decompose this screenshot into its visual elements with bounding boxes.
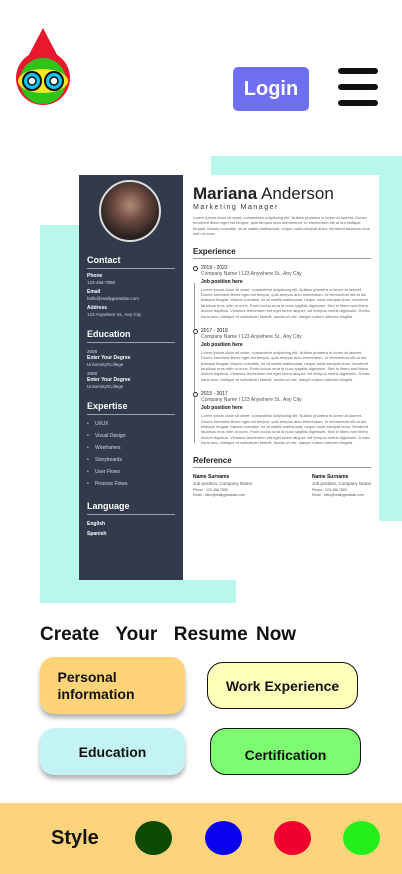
email-label: Email	[87, 289, 101, 295]
intro-text: Lorem ipsum dolor sit amet, consectetur …	[193, 215, 370, 237]
expertise-heading: Expertise	[87, 401, 175, 415]
address-label: Address	[87, 305, 108, 311]
job-entry: 2015 - 2017 Company Name I 123 Anywhere …	[193, 391, 371, 445]
ref-email: Email : hello@reallygreatsite.com	[311, 492, 364, 497]
personal-information-button[interactable]: Personal information	[40, 657, 185, 714]
edu-degree: Enter Your Degree	[87, 355, 131, 361]
email-value: hello@reallygreatsite.com	[87, 296, 139, 301]
job-entry: 2019 - 2022 Company Name I 123 Anywhere …	[193, 265, 371, 319]
job-description: Lorem ipsum dolor sit amet, consectetur …	[201, 286, 371, 319]
certification-button[interactable]: Certification	[210, 728, 361, 775]
list-item: Storyboards	[87, 457, 175, 463]
style-label: Style	[51, 827, 99, 849]
job-description: Lorem ipsum dolor sit amet, consectetur …	[201, 349, 371, 382]
edu-school: University/College	[87, 362, 124, 367]
contact-heading: Contact	[87, 255, 175, 269]
first-name: Mariana	[193, 184, 258, 203]
list-item: Visual Design	[87, 433, 175, 439]
resume-role: Marketing Manager	[193, 204, 279, 211]
list-item: Wireframes	[87, 445, 175, 451]
edu-school: University/College	[87, 384, 124, 389]
ref-email: Email : hello@reallygreatsite.com	[193, 492, 245, 497]
ref-position: Job position, Company Name	[193, 480, 253, 486]
job-description: Lorem ipsum dolor sit amet, consectetur …	[201, 413, 371, 446]
list-item: UI/UX	[87, 421, 175, 427]
profile-photo	[99, 180, 161, 242]
expertise-list: UI/UX Visual Design Wireframes Storyboar…	[87, 421, 175, 487]
list-item: Process Flows	[87, 481, 175, 487]
language-item: Spanish	[87, 531, 107, 537]
reference-item: Name Surname Job position, Company Name …	[312, 474, 371, 497]
edu-year: 2008	[87, 371, 98, 376]
ref-phone: Phone : 123-456-7890	[311, 487, 347, 492]
menu-bar	[338, 84, 378, 90]
job-position: Job position here	[201, 341, 243, 348]
experience-heading: Experience	[193, 247, 371, 259]
job-entry: 2017 - 2019 Company Name I 123 Anywhere …	[193, 328, 371, 382]
language-item: English	[87, 521, 106, 527]
job-company: Company Name I 123 Anywhere St., Any Cit…	[201, 333, 302, 340]
app-logo[interactable]	[14, 26, 72, 106]
hamburger-menu-icon[interactable]	[338, 68, 378, 106]
reference-list: Name Surname Job position, Company Name …	[193, 474, 371, 497]
ref-phone: Phone : 123-456-7890	[193, 487, 228, 492]
swatch-blue[interactable]	[205, 821, 242, 855]
button-label: Personal information	[57, 669, 135, 702]
drop-eyes-logo-icon	[16, 28, 70, 105]
job-company: Company Name I 123 Anywhere St., Any Cit…	[201, 397, 302, 404]
job-company: Company Name I 123 Anywhere St., Any Cit…	[201, 270, 302, 277]
edu-degree: Enter Your Degree	[87, 377, 131, 383]
create-resume-heading: Create Your Resume Now	[40, 624, 297, 645]
menu-bar	[338, 68, 378, 74]
swatch-red[interactable]	[274, 821, 311, 855]
edu-year: 2008	[87, 349, 98, 354]
reference-heading: Reference	[193, 456, 371, 468]
swatch-green[interactable]	[343, 821, 380, 855]
ref-name: Name Surname	[193, 473, 230, 480]
address-value: 123 Anywhere St., Any City	[87, 312, 142, 317]
resume-preview[interactable]: Contact Phone 123-456-7890 Email hello@r…	[79, 175, 379, 580]
reference-item: Name Surname Job position, Company Name …	[193, 474, 252, 497]
resume-name: Mariana Anderson	[193, 185, 371, 202]
education-button[interactable]: Education	[40, 728, 185, 775]
job-position: Job position here	[201, 278, 243, 285]
ref-name: Name Surname	[311, 473, 349, 480]
phone-value: 123-456-7890	[87, 280, 116, 285]
job-position: Job position here	[201, 405, 243, 412]
ref-position: Job position, Company Name	[311, 480, 371, 486]
list-item: User Flows	[87, 469, 175, 475]
resume-main: Mariana Anderson Marketing Manager Lorem…	[193, 185, 371, 497]
resume-sidebar: Contact Phone 123-456-7890 Email hello@r…	[79, 175, 183, 580]
menu-bar	[338, 100, 378, 106]
last-name: Anderson	[261, 184, 334, 203]
swatch-dark-green[interactable]	[135, 821, 172, 855]
login-button[interactable]: Login	[233, 67, 309, 111]
phone-label: Phone	[87, 273, 103, 279]
education-heading: Education	[87, 329, 175, 343]
language-heading: Language	[87, 501, 175, 515]
work-experience-button[interactable]: Work Experience	[207, 662, 358, 709]
